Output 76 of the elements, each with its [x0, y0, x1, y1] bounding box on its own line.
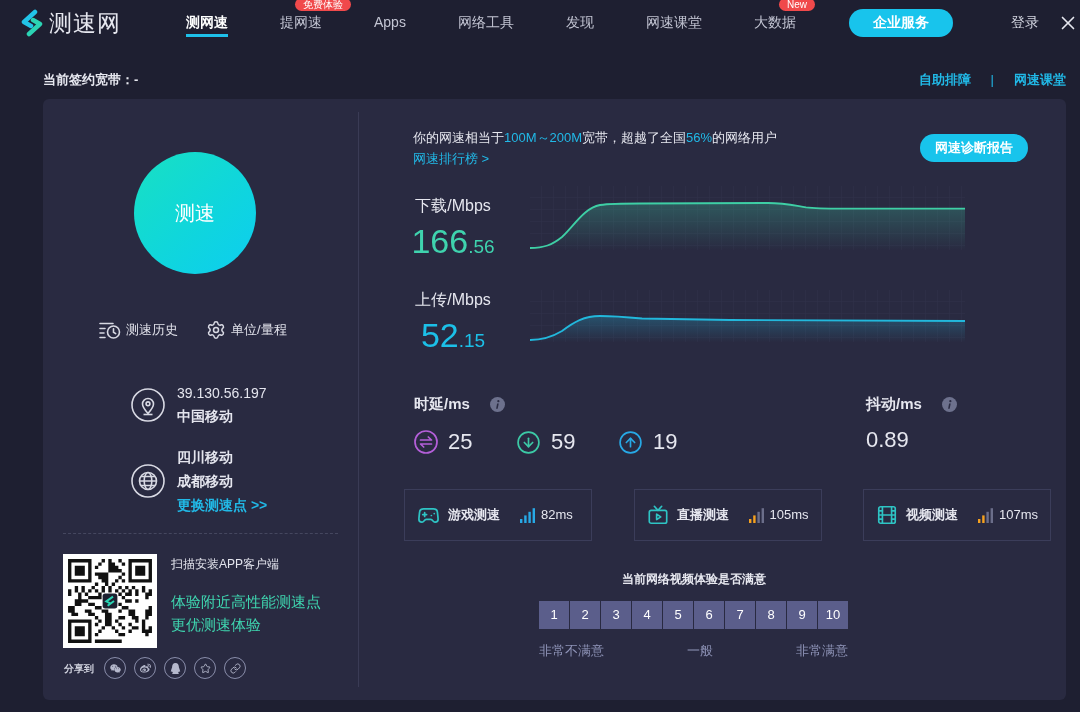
share-label: 分享到 [64, 661, 94, 676]
latency-value: 59 [551, 428, 576, 456]
nav-tab[interactable]: 发现 [565, 8, 594, 37]
app-promo-line: 体验附近高性能测速点 [171, 592, 321, 612]
login-link[interactable]: 登录 [1010, 12, 1039, 33]
rating-button[interactable]: 3 [601, 601, 631, 629]
logo-icon [20, 8, 44, 37]
rating-button[interactable]: 9 [787, 601, 817, 629]
ip-address: 39.130.56.197 [177, 384, 267, 403]
test-latency: 105ms [769, 506, 809, 525]
test-card[interactable]: 游戏测速 82ms [404, 489, 592, 541]
rating-button[interactable]: 4 [632, 601, 662, 629]
jitter-value: 0.89 [866, 426, 910, 454]
rating-button[interactable]: 8 [756, 601, 786, 629]
test-label: 游戏测速 [448, 506, 500, 525]
test-card[interactable]: 视频测速 107ms [863, 489, 1051, 541]
globe-icon [131, 464, 165, 498]
info-icon[interactable] [941, 396, 957, 412]
speed-value: 52.15 [420, 316, 486, 356]
nav-tab[interactable]: 网速课堂 [645, 8, 702, 37]
course-link[interactable]: 网速课堂 [1014, 72, 1066, 88]
latency-value: 25 [448, 428, 473, 456]
tv-play-icon [646, 504, 669, 526]
jitter-label: 抖动/ms [866, 394, 922, 414]
rating-button[interactable]: 10 [818, 601, 848, 629]
qq-icon [169, 662, 181, 674]
server-name: 成都移动 [177, 472, 234, 491]
info-icon[interactable] [489, 396, 505, 412]
rating-button[interactable]: 1 [539, 601, 569, 629]
nav-tab[interactable]: 大数据 [753, 8, 796, 37]
location-pin-icon [131, 388, 165, 422]
rating-button[interactable]: 5 [663, 601, 693, 629]
rating-button[interactable]: 7 [725, 601, 755, 629]
latency-label: 时延/ms [414, 394, 470, 414]
isp-name: 中国移动 [177, 407, 234, 426]
nav-tab[interactable]: 网络工具 [457, 8, 514, 37]
help-link[interactable]: 自助排障 [918, 72, 971, 88]
weibo-icon [139, 662, 151, 674]
nav-badge: 免费体验 [295, 0, 351, 11]
rating-button[interactable]: 6 [694, 601, 724, 629]
test-latency: 107ms [999, 506, 1039, 525]
link-separator: | [990, 72, 994, 88]
speed-label: 上传/Mbps [415, 290, 491, 310]
app-promo-title: 扫描安装APP客户端 [171, 556, 280, 572]
ranking-link[interactable]: 网速排行榜 > [413, 150, 778, 168]
test-label: 视频测速 [906, 506, 958, 525]
test-latency: 82ms [541, 506, 573, 525]
rating-scale-label: 非常不满意 [539, 642, 604, 660]
star-icon [199, 662, 211, 674]
action-button[interactable]: 测速历史 [99, 320, 178, 340]
speed-label: 下载/Mbps [415, 196, 491, 216]
latency-value: 19 [653, 428, 678, 456]
rating-scale-label: 非常满意 [796, 642, 848, 660]
settings-icon [206, 320, 226, 340]
nav-badge: New [778, 0, 815, 11]
speed-summary: 你的网速相当于100M～200M宽带，超越了全国56%的网络用户 [413, 129, 778, 147]
test-card[interactable]: 直播测速 105ms [633, 489, 822, 541]
nav-tab[interactable]: 测网速 [186, 8, 228, 37]
test-label: 直播测速 [676, 506, 729, 525]
rating-button[interactable]: 2 [570, 601, 600, 629]
nav-tab[interactable]: 提网速 [280, 8, 322, 37]
nav-tab[interactable]: Apps [374, 8, 406, 37]
survey-question: 当前网络视频体验是否满意 [621, 571, 766, 587]
contract-bandwidth-text: 当前签约宽带：- [43, 72, 139, 88]
server-region: 四川移动 [177, 448, 234, 467]
link-icon [229, 662, 241, 674]
rating-scale-label: 一般 [687, 642, 713, 660]
change-server-link[interactable]: 更换测速点 >> [177, 493, 268, 517]
swap-arrows-icon [414, 430, 438, 454]
history-icon [99, 321, 121, 339]
speed-value: 166.56 [411, 222, 495, 262]
action-button[interactable]: 单位/量程 [206, 320, 287, 340]
film-icon [876, 504, 898, 526]
app-promo-line: 更优测速体验 [171, 615, 262, 635]
logo-text: 测速网 [49, 8, 121, 37]
wechat-icon [109, 662, 121, 674]
